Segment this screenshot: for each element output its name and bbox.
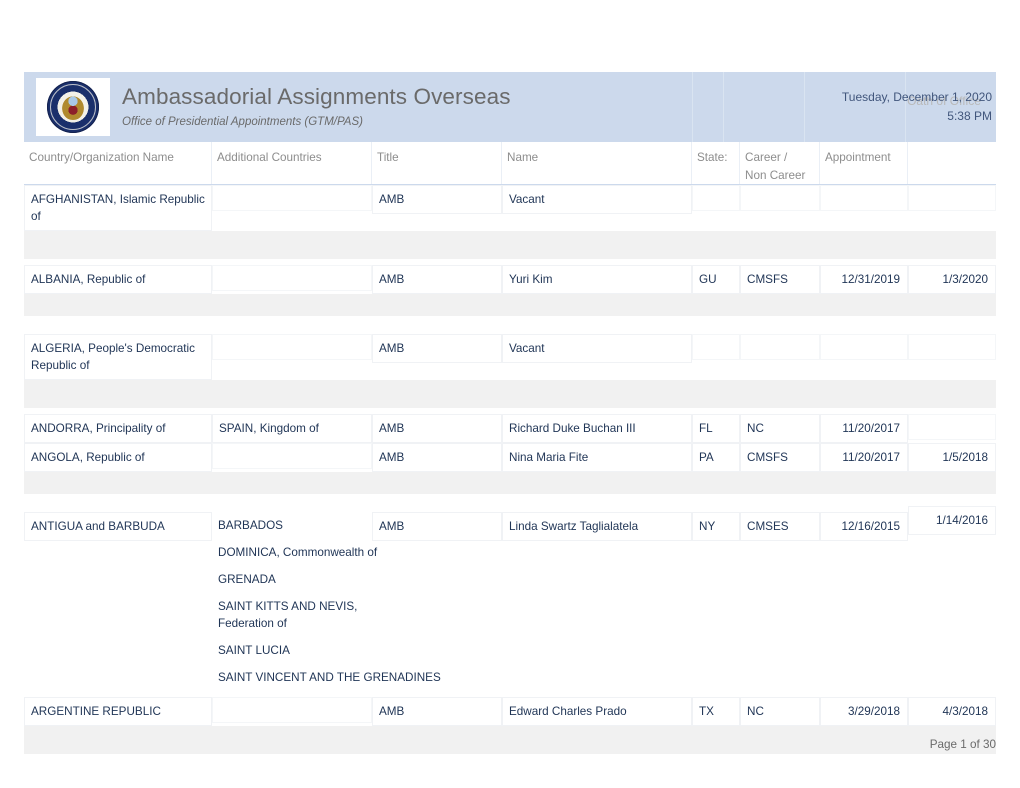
- cell-additional-countries: [212, 265, 372, 291]
- cell-additional-countries: [212, 185, 372, 211]
- column-header-name: Name: [502, 142, 692, 184]
- cell-appointment: 12/31/2019: [820, 265, 908, 294]
- page-footer: Page 1 of 30: [24, 738, 996, 751]
- row-separator-band: [24, 472, 996, 494]
- cell-career: [740, 185, 820, 211]
- cell-name: Yuri Kim: [502, 265, 692, 294]
- cell-oath: 1/3/2020: [908, 265, 996, 294]
- cell-title: AMB: [372, 697, 502, 726]
- cell-state: FL: [692, 414, 740, 443]
- cell-career: NC: [740, 697, 820, 726]
- cell-oath: 1/5/2018: [908, 443, 996, 472]
- cell-career: CMSES: [740, 512, 820, 541]
- table-row[interactable]: ANTIGUA and BARBUDA BARBADOS DOMINICA, Com…: [24, 506, 996, 691]
- row-separator-band: [24, 231, 996, 259]
- cell-country: AFGHANISTAN, Islamic Republic of: [24, 185, 212, 231]
- agency-seal: [36, 78, 110, 136]
- cell-appointment: 11/20/2017: [820, 414, 908, 443]
- cell-title: AMB: [372, 443, 502, 472]
- additional-country: SAINT LUCIA: [218, 644, 290, 657]
- cell-appointment: 12/16/2015: [820, 512, 908, 541]
- column-header-career-line2: Non Career: [745, 169, 806, 182]
- report-page: Ambassadorial Assignments Overseas Offic…: [24, 72, 996, 754]
- cell-additional-countries: SPAIN, Kingdom of: [212, 414, 372, 443]
- cell-career: NC: [740, 414, 820, 443]
- cell-country: ALGERIA, People's Democratic Republic of: [24, 334, 212, 380]
- cell-oath: [908, 414, 996, 440]
- cell-career: CMSFS: [740, 265, 820, 294]
- cell-oath: [908, 185, 996, 211]
- column-header-title: Title: [372, 142, 502, 184]
- report-time: 5:38 PM: [947, 109, 992, 123]
- additional-country: SAINT VINCENT AND THE GRENADINES: [218, 671, 441, 684]
- cell-title: AMB: [372, 414, 502, 443]
- cell-state: [692, 334, 740, 360]
- cell-title: AMB: [372, 265, 502, 294]
- cell-country: ARGENTINE REPUBLIC: [24, 697, 212, 726]
- report-header: Ambassadorial Assignments Overseas Offic…: [24, 72, 996, 142]
- cell-title: AMB: [372, 334, 502, 363]
- page-number-label: Page 1 of 30: [929, 738, 996, 751]
- cell-country: ALBANIA, Republic of: [24, 265, 212, 294]
- cell-appointment: [820, 185, 908, 211]
- cell-additional-countries: [212, 334, 372, 360]
- additional-country: SAINT KITTS AND NEVIS, Federation of: [218, 600, 358, 630]
- table-row[interactable]: ARGENTINE REPUBLIC AMB Edward Charles Prad…: [24, 697, 996, 726]
- table-row[interactable]: AFGHANISTAN, Islamic Republic of AMB Vacan…: [24, 185, 996, 231]
- row-separator-band: [24, 294, 996, 316]
- title-block: Ambassadorial Assignments Overseas Offic…: [122, 82, 511, 130]
- report-subtitle: Office of Presidential Appointments (GTM…: [122, 116, 363, 128]
- cell-state: NY: [692, 512, 740, 541]
- cell-oath: [908, 334, 996, 360]
- cell-title: AMB: [372, 512, 502, 541]
- cell-oath: 1/14/2016: [908, 506, 996, 535]
- column-header-oath: [908, 142, 996, 184]
- column-header-career-line1: Career /: [745, 151, 788, 164]
- table-body: AFGHANISTAN, Islamic Republic of AMB Vacan…: [24, 185, 996, 754]
- additional-country: GRENADA: [218, 573, 276, 586]
- report-date: Tuesday, December 1, 2020: [841, 90, 992, 104]
- column-header-state: State:: [692, 142, 740, 184]
- cell-country: ANTIGUA and BARBUDA: [24, 512, 212, 541]
- report-title: Ambassadorial Assignments Overseas: [122, 84, 511, 109]
- row-spacer: [24, 494, 996, 512]
- cell-additional-countries: [212, 697, 372, 723]
- column-header-country: Country/Organization Name: [24, 142, 212, 184]
- cell-additional-countries: [212, 443, 372, 469]
- cell-career: CMSFS: [740, 443, 820, 472]
- cell-oath: 4/3/2018: [908, 697, 996, 726]
- cell-state: TX: [692, 697, 740, 726]
- table-row[interactable]: ANGOLA, Republic of AMB Nina Maria Fite PA C…: [24, 443, 996, 472]
- cell-name: Richard Duke Buchan III: [502, 414, 692, 443]
- cell-title: AMB: [372, 185, 502, 214]
- cell-state: GU: [692, 265, 740, 294]
- column-header-appointment: Appointment: [820, 142, 908, 184]
- cell-name: Nina Maria Fite: [502, 443, 692, 472]
- cell-state: PA: [692, 443, 740, 472]
- cell-state: [692, 185, 740, 211]
- cell-appointment: 3/29/2018: [820, 697, 908, 726]
- us-department-of-state-seal-icon: [47, 81, 99, 133]
- column-header-career: Career / Non Career: [740, 142, 820, 184]
- cell-appointment: [820, 334, 908, 360]
- cell-name: Vacant: [502, 185, 692, 214]
- column-header-additional-countries: Additional Countries: [212, 142, 372, 184]
- report-datetime: Tuesday, December 1, 2020 5:38 PM: [842, 88, 992, 126]
- cell-country: ANGOLA, Republic of: [24, 443, 212, 472]
- cell-appointment: 11/20/2017: [820, 443, 908, 472]
- country-cell-column: ANTIGUA and BARBUDA: [24, 512, 212, 541]
- row-spacer: [24, 316, 996, 334]
- table-column-headers: Country/Organization Name Additional Cou…: [24, 142, 996, 185]
- cell-career: [740, 334, 820, 360]
- cell-name: Vacant: [502, 334, 692, 363]
- additional-country: DOMINICA, Commonwealth of: [218, 546, 378, 559]
- table-row[interactable]: ANDORRA, Principality of SPAIN, Kingdom o…: [24, 414, 996, 443]
- table-row[interactable]: ALBANIA, Republic of AMB Yuri Kim GU CMSFS 12…: [24, 265, 996, 294]
- row-detail-cells: AMB Linda Swartz Taglialatela NY CMSES 12/16…: [372, 506, 996, 541]
- table-row[interactable]: ALGERIA, People's Democratic Republic of…: [24, 334, 996, 380]
- cell-name: Edward Charles Prado: [502, 697, 692, 726]
- row-separator-band: [24, 380, 996, 408]
- cell-name: Linda Swartz Taglialatela: [502, 512, 692, 541]
- cell-country: ANDORRA, Principality of: [24, 414, 212, 443]
